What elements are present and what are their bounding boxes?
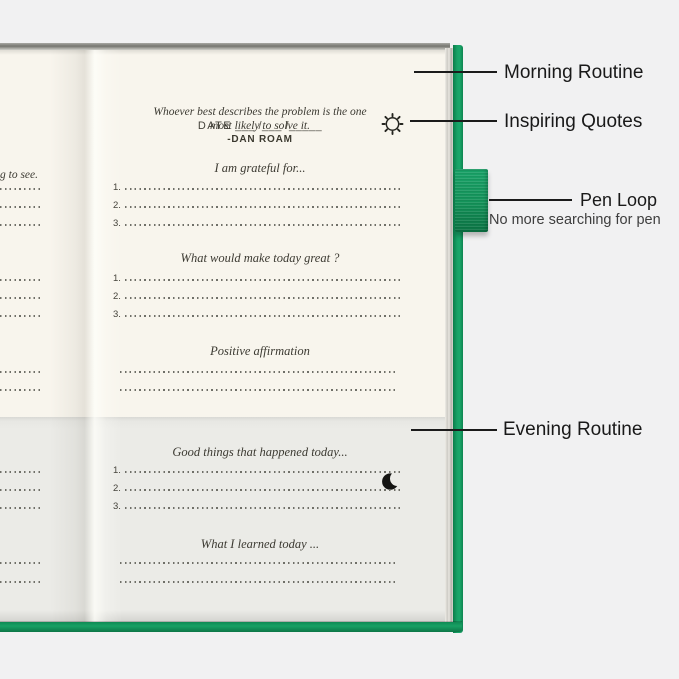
prompt-good-things: Good things that happened today... [115, 444, 405, 460]
dotted-line [125, 297, 403, 299]
ruled-dotted-line [0, 215, 42, 229]
journal-entry-line [120, 553, 398, 567]
prompt-affirmation: Positive affirmation [115, 343, 405, 359]
dotted-line [125, 507, 403, 509]
callout-label-inspiring-quotes: Inspiring Quotes [504, 110, 642, 134]
line-number: 1. [113, 182, 121, 193]
line-number: 1. [113, 465, 121, 476]
dotted-line [120, 371, 398, 373]
line-number: 2. [113, 200, 121, 211]
notebook-top-edge [0, 43, 450, 50]
journal-entry-line [120, 572, 398, 586]
daily-quote-line2: most likely to solve it. [115, 118, 405, 134]
dotted-line [125, 188, 403, 190]
ruled-dotted-line [0, 270, 42, 284]
dotted-line [125, 206, 403, 208]
dotted-line [0, 371, 42, 373]
journal-entry-line: 2. [113, 480, 403, 494]
journal-entry-line: 3. [113, 498, 403, 512]
open-journal-pages: g to see. DATE ___ /___ /_____ [0, 50, 445, 622]
dotted-line [0, 206, 42, 208]
journal-entry-line [120, 362, 398, 376]
ruled-dotted-line [0, 498, 42, 512]
dotted-line [0, 279, 42, 281]
page-edge-stack [445, 48, 453, 624]
line-number: 3. [113, 218, 121, 229]
dotted-line [0, 188, 42, 190]
callout-line-morning [414, 71, 497, 73]
ruled-dotted-line [0, 362, 42, 376]
dotted-line [0, 389, 42, 391]
prompt-grateful: I am grateful for... [115, 160, 405, 176]
ruled-dotted-line [0, 480, 42, 494]
dotted-line [0, 581, 42, 583]
line-number: 2. [113, 291, 121, 302]
journal-entry-line: 1. [113, 462, 403, 476]
journal-entry-line [120, 380, 398, 394]
quote-attribution: -DAN ROAM [115, 134, 405, 145]
journal-product-annotation: g to see. DATE ___ /___ /_____ [0, 0, 679, 679]
callout-label-evening-routine: Evening Routine [503, 418, 642, 442]
callout-subtitle-pen-loop: No more searching for pen [489, 211, 661, 229]
journal-entry-line: 2. [113, 197, 403, 211]
ruled-dotted-line [0, 197, 42, 211]
dotted-line [125, 489, 403, 491]
prompt-today-great: What would make today great ? [115, 250, 405, 266]
ruled-dotted-line [0, 288, 42, 302]
dotted-line [0, 562, 42, 564]
ruled-dotted-line [0, 179, 42, 193]
dotted-line [0, 489, 42, 491]
callout-line-inspiring [410, 120, 497, 122]
prompt-learned: What I learned today ... [115, 536, 405, 552]
dotted-line [125, 471, 403, 473]
line-number: 1. [113, 273, 121, 284]
journal-entry-line: 1. [113, 179, 403, 193]
dotted-line [0, 224, 42, 226]
dotted-line [0, 471, 42, 473]
pen-loop [455, 169, 488, 232]
line-number: 2. [113, 483, 121, 494]
journal-entry-line: 3. [113, 306, 403, 320]
callout-line-evening [411, 429, 497, 431]
dotted-line [125, 315, 403, 317]
journal-entry-line: 3. [113, 215, 403, 229]
ruled-dotted-line [0, 553, 42, 567]
dotted-line [125, 224, 403, 226]
ruled-dotted-line [0, 306, 42, 320]
dotted-line [120, 581, 398, 583]
ruled-dotted-line [0, 380, 42, 394]
green-cover-spine [453, 45, 463, 633]
callout-label-morning-routine: Morning Routine [504, 61, 643, 85]
page-gutter-crease [50, 50, 122, 622]
dotted-line [0, 507, 42, 509]
journal-entry-line: 1. [113, 270, 403, 284]
dotted-line [120, 389, 398, 391]
dotted-line [125, 279, 403, 281]
journal-entry-line: 2. [113, 288, 403, 302]
callout-label-pen-loop: Pen Loop [580, 189, 657, 211]
ruled-dotted-line [0, 572, 42, 586]
line-number: 3. [113, 309, 121, 320]
green-cover-bottom-edge [0, 622, 462, 632]
ruled-dotted-line [0, 462, 42, 476]
dotted-line [120, 562, 398, 564]
line-number: 3. [113, 501, 121, 512]
dotted-line [0, 297, 42, 299]
callout-line-pen-loop [489, 199, 572, 201]
dotted-line [0, 315, 42, 317]
